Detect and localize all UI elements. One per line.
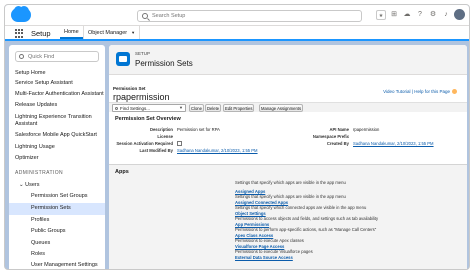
external-data-source-access-link[interactable]: External Data Source Access <box>235 255 293 260</box>
search-icon <box>19 54 24 59</box>
add-icon[interactable]: ⊞ <box>389 10 399 20</box>
app-name: Setup <box>31 29 51 38</box>
permission-set-name: rpapermission <box>113 92 170 102</box>
delete-button[interactable]: Delete <box>205 104 222 112</box>
list-item: App Permissions Permissions to perform a… <box>235 222 376 232</box>
salesforce-logo[interactable] <box>11 6 31 22</box>
permission-set-icon <box>116 52 130 66</box>
app-item-desc: Settings that specify which apps are vis… <box>235 194 346 199</box>
sidebar-item-queues[interactable]: Queues <box>31 240 50 246</box>
help-link[interactable]: Video Tutorial | Help for this Page <box>383 89 457 95</box>
field-label: License <box>157 134 173 139</box>
sidebar-item-user-management-settings[interactable]: User Management Settings <box>31 262 98 268</box>
list-item: Visualforce Page Access Permissions to e… <box>235 244 313 254</box>
sidebar-item-permission-set-groups[interactable]: Permission Set Groups <box>31 193 88 199</box>
favorites-menu-icon[interactable]: ★ <box>376 9 386 20</box>
search-placeholder: Search Setup <box>152 13 186 19</box>
chevron-down-icon[interactable]: ▼ <box>179 105 183 110</box>
help-link-text: Video Tutorial | Help for this Page <box>383 89 450 94</box>
app-item-desc: Settings that specify which apps are vis… <box>235 180 346 185</box>
permission-set-toolbar: Find Settings... ▼ Clone Delete Edit Pro… <box>109 102 467 112</box>
field-label: API Name <box>329 127 349 132</box>
setup-sidebar: Quick Find Setup Home Service Setup Assi… <box>9 45 105 269</box>
app-item-desc: Permissions to access objects and fields… <box>235 216 379 221</box>
session-activation-checkbox <box>177 141 182 147</box>
field-label: Session Activation Required <box>116 141 173 146</box>
list-item: Apex Class Access Permissions to execute… <box>235 233 304 243</box>
list-item: Assigned Apps Settings that specify whic… <box>235 189 346 199</box>
help-icon[interactable]: ? <box>415 10 425 20</box>
setup-search-input[interactable]: Search Setup <box>137 10 362 22</box>
overview-title: Permission Set Overview <box>115 116 181 122</box>
list-item: External Data Source Access <box>235 255 293 260</box>
page-title: Permission Sets <box>135 59 193 68</box>
sidebar-item-release-updates[interactable]: Release Updates <box>15 102 57 108</box>
trailhead-icon[interactable]: ☁ <box>402 10 412 20</box>
sidebar-item-optimizer[interactable]: Optimizer <box>15 155 39 161</box>
field-label: Description <box>149 127 173 132</box>
overview-row: License Namespace Prefix <box>109 134 467 140</box>
sidebar-item-public-groups[interactable]: Public Groups <box>31 228 66 234</box>
field-value: Permission set for RPA <box>177 127 220 132</box>
tab-object-manager[interactable]: Object Manager ▼ <box>83 26 141 39</box>
clone-button[interactable]: Clone <box>189 104 204 112</box>
quick-find-placeholder: Quick Find <box>28 54 55 60</box>
app-nav-bar: Setup Home Object Manager ▼ <box>5 26 469 41</box>
created-by-link[interactable]: Sadhana Nandakumar, 2/10/2023, 1:55 PM <box>353 141 434 146</box>
app-item-desc: Permissions to execute Apex classes <box>235 238 304 243</box>
search-icon <box>115 107 118 110</box>
permission-set-kicker: Permission Set <box>113 86 146 91</box>
tab-home[interactable]: Home <box>60 26 83 39</box>
sidebar-item-setup-home[interactable]: Setup Home <box>15 70 46 76</box>
field-value: rpapermission <box>353 127 380 132</box>
overview-row: Description Permission set for RPA API N… <box>109 127 467 133</box>
last-modified-by-link[interactable]: Sadhana Nandakumar, 2/10/2023, 1:55 PM <box>177 148 258 153</box>
find-settings-placeholder: Find Settings... <box>120 106 151 111</box>
edit-properties-button[interactable]: Edit Properties <box>223 104 255 112</box>
sidebar-section-administration: ADMINISTRATION <box>15 170 64 176</box>
find-settings-input[interactable]: Find Settings... ▼ <box>112 104 186 112</box>
app-item-desc: Permissions to execute Visualforce pages <box>235 249 313 254</box>
bell-icon[interactable]: ♪ <box>441 10 451 20</box>
page-kicker: SETUP <box>135 51 151 56</box>
sidebar-item-users[interactable]: ⌄ Users <box>19 182 40 188</box>
sidebar-item-profiles[interactable]: Profiles <box>31 217 49 223</box>
sidebar-item-users-label: Users <box>25 182 40 188</box>
sidebar-item-lex-transition-2[interactable]: Assistant <box>15 121 37 127</box>
chevron-down-icon[interactable]: ▼ <box>131 30 135 35</box>
manage-assignments-button[interactable]: Manage Assignments <box>259 104 304 112</box>
sidebar-item-mobile-quickstart[interactable]: Salesforce Mobile App QuickStart <box>15 132 97 138</box>
list-item: Object Settings Permissions to access ob… <box>235 211 378 221</box>
help-icon <box>452 89 457 95</box>
field-label: Last Modified By <box>139 148 173 153</box>
sidebar-item-permission-sets[interactable]: Permission Sets <box>31 205 71 211</box>
browser-frame: Search Setup ★ ⊞ ☁ ? ⚙ ♪ Setup Home Obje… <box>4 4 470 270</box>
gear-icon[interactable]: ⚙ <box>428 10 438 20</box>
sidebar-item-lightning-usage[interactable]: Lightning Usage <box>15 144 55 150</box>
field-label: Created By <box>326 141 349 146</box>
apps-section: Apps Settings that specify which apps ar… <box>109 164 467 269</box>
apps-title: Apps <box>115 169 129 175</box>
overview-row: Last Modified By Sadhana Nandakumar, 2/1… <box>109 148 467 154</box>
tab-object-manager-label: Object Manager <box>88 30 128 36</box>
list-item: Assigned Connected Apps Settings that sp… <box>235 200 366 210</box>
overview-row: Session Activation Required Created By S… <box>109 141 467 147</box>
search-icon <box>142 13 148 19</box>
app-launcher-icon[interactable] <box>15 29 24 38</box>
field-label: Namespace Prefix <box>312 134 349 139</box>
avatar[interactable] <box>454 9 465 20</box>
page-header: SETUP Permission Sets <box>109 45 467 75</box>
sidebar-item-mfa[interactable]: Multi-Factor Authentication Assistant <box>15 91 104 97</box>
checkbox-icon <box>177 141 182 147</box>
sidebar-item-lex-transition[interactable]: Lightning Experience Transition <box>15 114 92 120</box>
app-item-desc: Permissions to perform app-specific acti… <box>235 227 377 232</box>
quick-find-input[interactable]: Quick Find <box>15 51 99 62</box>
app-item-desc: Settings that specify which connected ap… <box>235 205 367 210</box>
sidebar-item-roles[interactable]: Roles <box>31 251 45 257</box>
global-header: Search Setup ★ ⊞ ☁ ? ⚙ ♪ <box>5 5 469 26</box>
sidebar-item-service-setup[interactable]: Service Setup Assistant <box>15 80 73 86</box>
header-tools: ★ ⊞ ☁ ? ⚙ ♪ <box>376 9 465 20</box>
list-item: Settings that specify which apps are vis… <box>235 180 346 185</box>
main-content: SETUP Permission Sets Permission Set rpa… <box>109 45 467 269</box>
